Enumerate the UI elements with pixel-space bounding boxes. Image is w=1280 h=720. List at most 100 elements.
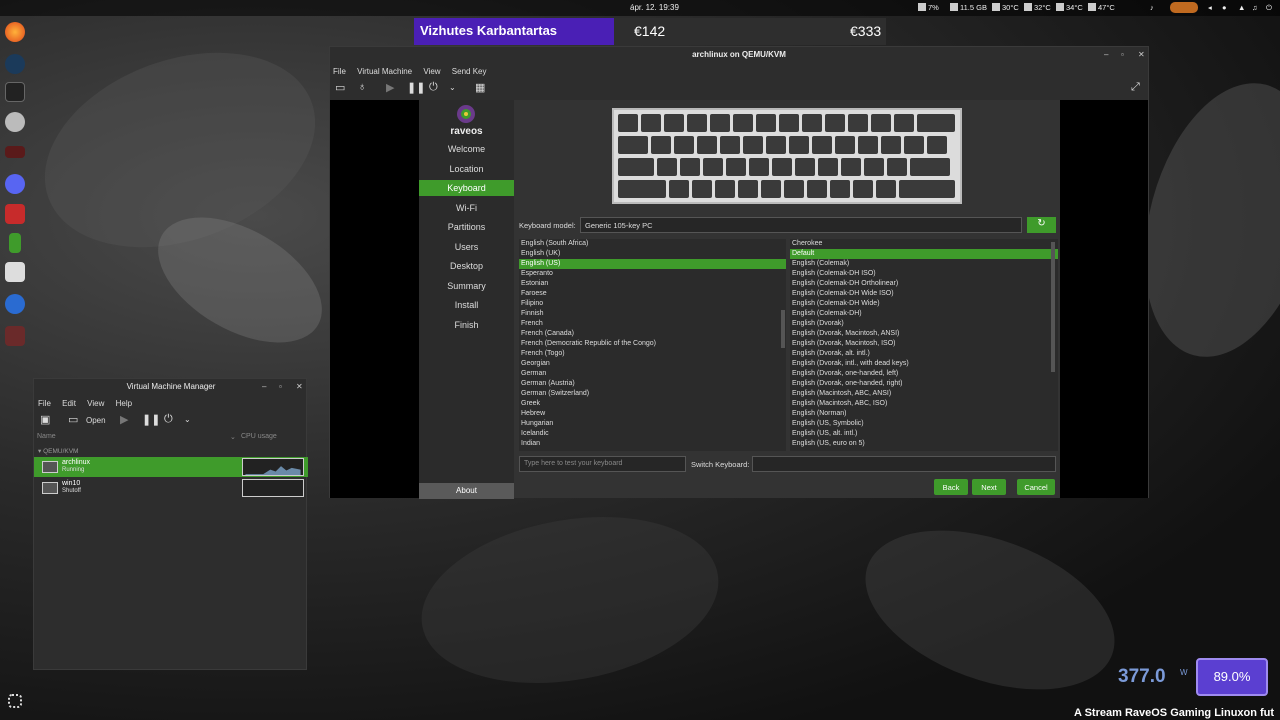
list-item[interactable]: Finnish (519, 309, 786, 319)
menu-edit[interactable]: Edit (62, 399, 76, 408)
list-item[interactable]: English (Colemak) (790, 259, 1058, 269)
open-button[interactable]: Open (86, 416, 106, 425)
run-icon[interactable]: ▶ (120, 413, 128, 426)
back-button[interactable]: Back (934, 479, 968, 495)
column-cpu-usage[interactable]: CPU usage (241, 433, 277, 440)
list-item[interactable]: Esperanto (519, 269, 786, 279)
list-item[interactable]: Greek (519, 399, 786, 409)
minimize-button[interactable]: – (262, 382, 266, 391)
list-item[interactable]: Cherokee (790, 239, 1058, 249)
scrollbar[interactable] (781, 310, 785, 348)
clock[interactable]: ápr. 12. 19:39 (630, 3, 679, 12)
power-icon[interactable]: ⏻ (429, 81, 438, 94)
fullscreen-icon[interactable]: ⤢ (1131, 81, 1140, 94)
list-item[interactable]: Estonian (519, 279, 786, 289)
cancel-button[interactable]: Cancel (1017, 479, 1055, 495)
list-item[interactable]: German (Switzerland) (519, 389, 786, 399)
notification-bell-icon[interactable]: ♪ (1150, 3, 1154, 12)
menu-file[interactable]: File (38, 399, 51, 408)
app-grid-icon[interactable] (8, 694, 22, 708)
list-item[interactable]: Filipino (519, 299, 786, 309)
temp-indicator[interactable]: 47°C (1088, 3, 1115, 12)
list-item[interactable]: English (Macintosh, ABC, ANSI) (790, 389, 1058, 399)
power-icon[interactable]: ⏻ (1266, 3, 1272, 13)
list-item[interactable]: English (Colemak-DH) (790, 309, 1058, 319)
mic-icon[interactable]: ● (1222, 3, 1227, 12)
terminal-icon[interactable] (5, 82, 25, 102)
list-item[interactable]: English (US, alt. intl.) (790, 429, 1058, 439)
list-item[interactable]: Indian (519, 439, 786, 449)
list-item[interactable]: English (UK) (519, 249, 786, 259)
list-item[interactable]: English (US) (519, 259, 786, 269)
list-item[interactable]: Default (790, 249, 1058, 259)
menu-view[interactable]: View (423, 67, 440, 76)
list-item[interactable]: English (Dvorak, one-handed, right) (790, 379, 1058, 389)
list-item[interactable]: English (Dvorak) (790, 319, 1058, 329)
close-button[interactable]: ✕ (296, 382, 303, 391)
list-item[interactable]: English (Macintosh, ABC, ISO) (790, 399, 1058, 409)
list-item[interactable]: French (Canada) (519, 329, 786, 339)
variant-list[interactable]: Cherokee Default English (Colemak) English … (790, 239, 1058, 451)
list-item[interactable]: English (Colemak-DH Wide) (790, 299, 1058, 309)
switch-keyboard-input[interactable] (752, 456, 1056, 472)
menu-view[interactable]: View (87, 399, 104, 408)
temp-indicator[interactable]: 32°C (1024, 3, 1051, 12)
vm-display[interactable]: raveos Welcome Location Keyboard Wi-Fi P… (330, 100, 1148, 499)
list-item[interactable]: English (Dvorak, alt. intl.) (790, 349, 1058, 359)
sound-icon[interactable]: ♫ (1252, 3, 1258, 12)
refresh-button[interactable]: ↻ (1027, 217, 1056, 233)
settings-gear-icon[interactable] (5, 112, 25, 132)
menu-file[interactable]: File (333, 67, 346, 76)
list-item[interactable]: French (519, 319, 786, 329)
list-item[interactable]: English (Dvorak, one-handed, left) (790, 369, 1058, 379)
maximize-button[interactable]: ▫ (1121, 50, 1124, 59)
text-editor-icon[interactable] (5, 262, 25, 282)
keyboard-model-select[interactable]: Generic 105-key PC (580, 217, 1022, 233)
console-icon[interactable]: ▭ (335, 81, 345, 94)
app-icon[interactable] (5, 326, 25, 346)
run-icon[interactable]: ▶ (386, 81, 394, 94)
list-item[interactable]: German (Austria) (519, 379, 786, 389)
network-icon[interactable]: ▲ (1238, 3, 1245, 12)
list-item[interactable]: French (Democratic Republic of the Congo… (519, 339, 786, 349)
menu-send-key[interactable]: Send Key (452, 67, 487, 76)
battery-indicator[interactable]: 7% (918, 3, 939, 12)
language-list[interactable]: English (South Africa) English (UK) Englis… (519, 239, 786, 451)
list-item[interactable]: Faroese (519, 289, 786, 299)
close-button[interactable]: ✕ (1138, 50, 1145, 59)
keyboard-test-input[interactable]: Type here to test your keyboard (519, 456, 686, 472)
pause-icon[interactable]: ❚❚ (142, 413, 160, 426)
firefox-icon[interactable] (5, 22, 25, 42)
memory-indicator[interactable]: 11.5 GB (950, 3, 987, 12)
vm-row[interactable]: archlinux Running (34, 457, 308, 477)
list-item[interactable]: English (Dvorak, intl., with dead keys) (790, 359, 1058, 369)
vm-row[interactable]: win10 Shutoff (34, 478, 308, 498)
scrollbar[interactable] (1051, 242, 1055, 372)
pause-icon[interactable]: ❚❚ (407, 81, 425, 94)
volume-icon[interactable]: ◂ (1208, 3, 1212, 12)
discord-icon[interactable] (5, 174, 25, 194)
menu-virtual-machine[interactable]: Virtual Machine (357, 67, 412, 76)
connection-group[interactable]: ▾ QEMU/KVM (38, 447, 78, 455)
maximize-button[interactable]: ▫ (279, 382, 282, 391)
column-name[interactable]: Name (37, 433, 56, 440)
open-console-icon[interactable]: ▭ (68, 413, 78, 426)
snapshots-icon[interactable]: ▦ (475, 81, 485, 94)
list-item[interactable]: French (Togo) (519, 349, 786, 359)
chevron-down-icon[interactable]: ⌄ (449, 83, 456, 92)
menu-help[interactable]: Help (116, 399, 132, 408)
list-item[interactable]: English (Dvorak, Macintosh, ISO) (790, 339, 1058, 349)
list-item[interactable]: English (Colemak-DH Ortholinear) (790, 279, 1058, 289)
details-lightbulb-icon[interactable]: ♁ (358, 81, 366, 93)
list-item[interactable]: German (519, 369, 786, 379)
list-item[interactable]: Hungarian (519, 419, 786, 429)
about-button[interactable]: About (419, 483, 514, 499)
list-item[interactable]: English (Colemak-DH ISO) (790, 269, 1058, 279)
list-item[interactable]: English (Norman) (790, 409, 1058, 419)
chevron-down-icon[interactable]: ⌄ (184, 415, 191, 424)
steam-icon[interactable] (5, 54, 25, 74)
temp-indicator[interactable]: 30°C (992, 3, 1019, 12)
virt-manager-icon[interactable] (5, 294, 25, 314)
power-icon[interactable]: ⏻ (164, 413, 173, 426)
temp-indicator[interactable]: 34°C (1056, 3, 1083, 12)
